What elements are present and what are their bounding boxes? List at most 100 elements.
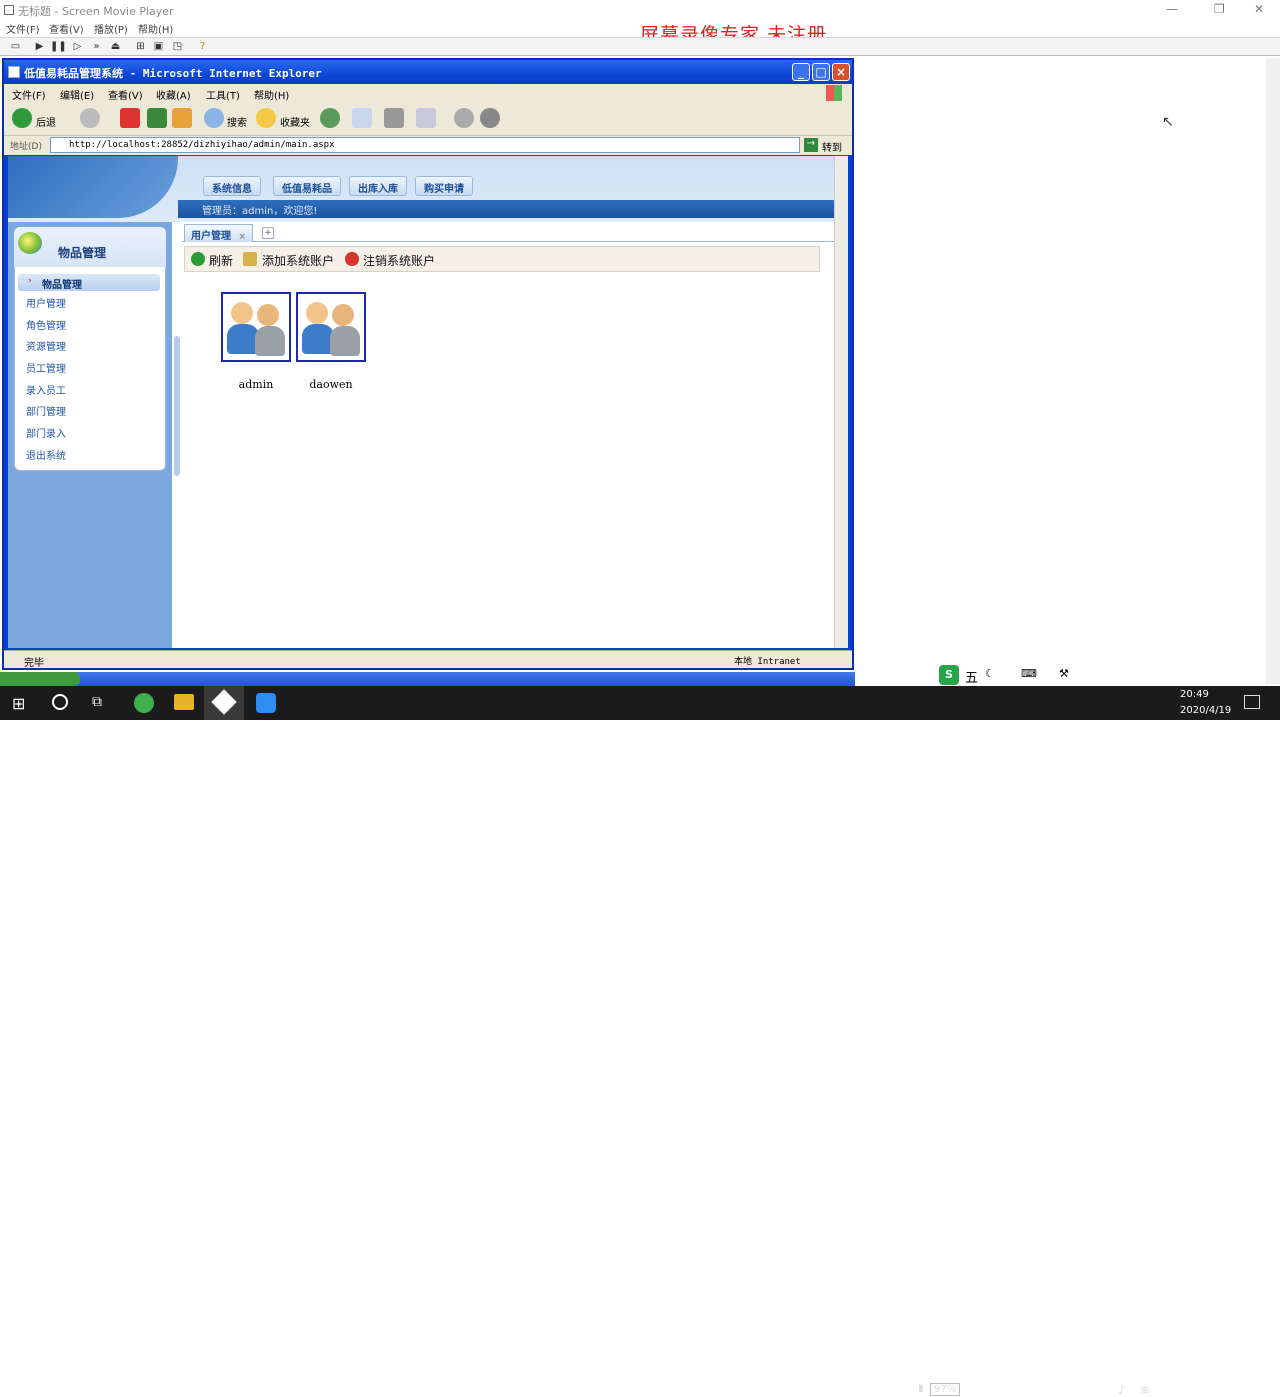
stop-page-icon[interactable] (120, 108, 140, 128)
ie-status-bar: 完毕 本地 Intranet (4, 650, 852, 669)
box-icon (18, 232, 42, 254)
user-head-2 (332, 304, 354, 326)
wifi-icon[interactable]: ≋ (1140, 1383, 1150, 1397)
step-icon[interactable]: ▷ (70, 40, 85, 54)
sidebar-item-logout[interactable]: 退出系统 (26, 447, 66, 462)
ie-window: 低值易耗品管理系统 - Microsoft Internet Explorer … (2, 58, 854, 670)
edit-icon[interactable] (416, 108, 436, 128)
forward-icon[interactable] (80, 108, 100, 128)
clock-time[interactable]: 20:49 (1180, 689, 1209, 700)
sidebar-group[interactable]: › 物品管理 (18, 274, 160, 291)
sidebar-item-staff[interactable]: 员工管理 (26, 360, 66, 375)
stop-icon[interactable]: ⏏ (108, 40, 123, 54)
go-button[interactable]: 转到 (822, 139, 842, 154)
restore-icon[interactable]: ❐ (1214, 2, 1225, 16)
task-view-icon[interactable]: ⧉ (92, 694, 102, 710)
ie-menu-help[interactable]: 帮助(H) (254, 87, 289, 102)
messenger-icon[interactable] (480, 108, 500, 128)
favorites-button[interactable]: 收藏夹 (280, 114, 310, 129)
print-icon[interactable] (384, 108, 404, 128)
wrench-icon[interactable]: ⚒ (1059, 667, 1069, 680)
ie-menu-tools[interactable]: 工具(T) (206, 87, 240, 102)
ime-logo-icon[interactable]: S (939, 665, 959, 685)
ie-menu-view[interactable]: 查看(V) (108, 87, 143, 102)
fast-forward-icon[interactable]: » (89, 40, 104, 54)
sidebar-item-add-staff[interactable]: 录入员工 (26, 382, 66, 397)
menu-view[interactable]: 查看(V) (49, 21, 84, 36)
discuss-icon[interactable] (454, 108, 474, 128)
keyboard-icon[interactable]: ⌨ (1021, 667, 1037, 680)
welcome-text: 管理员：admin，欢迎您! (202, 206, 318, 217)
home-icon[interactable] (172, 108, 192, 128)
minimize-icon[interactable]: — (1166, 2, 1178, 16)
ie-close-icon[interactable]: × (832, 63, 850, 81)
zoom-icon[interactable]: ⊞ (133, 40, 148, 54)
sidebar-item-resource[interactable]: 资源管理 (26, 338, 66, 353)
splitter-handle[interactable] (174, 336, 180, 476)
ime-mode[interactable]: 五 (965, 667, 978, 686)
nav-system-info[interactable]: 系统信息 (203, 176, 261, 196)
sidebar-item-dept[interactable]: 部门管理 (26, 403, 66, 418)
menu-play[interactable]: 播放(P) (94, 21, 128, 36)
help-icon[interactable]: ? (195, 40, 210, 54)
back-button[interactable]: 后退 (36, 114, 56, 129)
tab-user-management[interactable]: 用户管理 × (184, 224, 254, 242)
sidebar-item-user[interactable]: 用户管理 (26, 295, 66, 310)
battery-icon[interactable]: ▮ (918, 1383, 924, 1394)
volume-icon[interactable]: ♪ (1118, 1383, 1126, 1397)
status-text: 完毕 (24, 658, 44, 669)
browser-app-icon[interactable] (134, 693, 154, 713)
user-card-daowen[interactable] (296, 292, 366, 362)
nav-consumables[interactable]: 低值易耗品 (273, 176, 341, 196)
user-name-daowen[interactable]: daowen (291, 378, 371, 391)
fit-icon[interactable]: ▣ (151, 40, 166, 54)
search-button[interactable]: 搜索 (227, 114, 247, 129)
ie-menu-file[interactable]: 文件(F) (12, 87, 46, 102)
nav-stock[interactable]: 出库入库 (349, 176, 407, 196)
notification-icon[interactable] (1244, 695, 1260, 709)
ie-app-icon (8, 66, 20, 78)
search-icon[interactable] (204, 108, 224, 128)
refresh-button[interactable]: 刷新 (209, 252, 233, 269)
address-input[interactable]: http://localhost:28852/dizhiyihao/admin/… (50, 137, 800, 153)
play-icon[interactable]: ▶ (32, 40, 47, 54)
sidebar-item-role[interactable]: 角色管理 (26, 317, 66, 332)
user-body-2 (330, 326, 360, 356)
player-scrollbar[interactable] (1266, 58, 1280, 684)
windows-start-icon[interactable]: ⊞ (12, 694, 25, 713)
refresh-page-icon[interactable] (147, 108, 167, 128)
page-content: 系统信息 低值易耗品 出库入库 购买申请 管理员：admin，欢迎您! 物品管理… (8, 156, 834, 648)
ie-menu-edit[interactable]: 编辑(E) (60, 87, 94, 102)
close-icon[interactable]: ✕ (1254, 2, 1264, 16)
sidebar: 物品管理 › 物品管理 用户管理 角色管理 资源管理 员工管理 录入员工 部门管… (8, 222, 172, 648)
go-icon[interactable]: → (804, 138, 818, 152)
mail-icon[interactable] (352, 108, 372, 128)
nav-purchase[interactable]: 购买申请 (415, 176, 473, 196)
open-icon[interactable]: ▭ (8, 40, 23, 54)
ie-menu-favorites[interactable]: 收藏(A) (156, 87, 191, 102)
search-circle-icon[interactable] (52, 694, 68, 710)
menu-file[interactable]: 文件(F) (6, 21, 40, 36)
tab-add-icon[interactable]: + (262, 227, 274, 239)
ie-minimize-icon[interactable]: _ (792, 63, 810, 81)
chat-app-icon[interactable] (256, 693, 276, 713)
sidebar-item-add-dept[interactable]: 部门录入 (26, 425, 66, 440)
menu-help[interactable]: 帮助(H) (138, 21, 173, 36)
fullscreen-icon[interactable]: ◳ (170, 40, 185, 54)
ie-maximize-icon[interactable]: □ (812, 63, 830, 81)
remove-account-button[interactable]: 注销系统账户 (363, 252, 435, 269)
clock-date[interactable]: 2020/4/19 (1180, 705, 1231, 716)
add-account-button[interactable]: 添加系统账户 (262, 252, 334, 269)
history-icon[interactable] (320, 108, 340, 128)
folder-app-icon[interactable] (174, 694, 194, 710)
tab-close-icon[interactable]: × (238, 232, 246, 242)
action-toolbar: 刷新 添加系统账户 注销系统账户 (184, 246, 820, 272)
user-card-admin[interactable] (221, 292, 291, 362)
favorites-icon[interactable] (256, 108, 276, 128)
pause-icon[interactable]: ❚❚ (50, 40, 67, 54)
moon-icon[interactable]: ☾ (985, 667, 995, 680)
ie-scrollbar[interactable] (834, 156, 848, 648)
back-icon[interactable] (12, 108, 32, 128)
player-title-bar: 无标题 - Screen Movie Player — ❐ ✕ (0, 0, 1280, 19)
user-name-admin[interactable]: admin (216, 378, 296, 391)
